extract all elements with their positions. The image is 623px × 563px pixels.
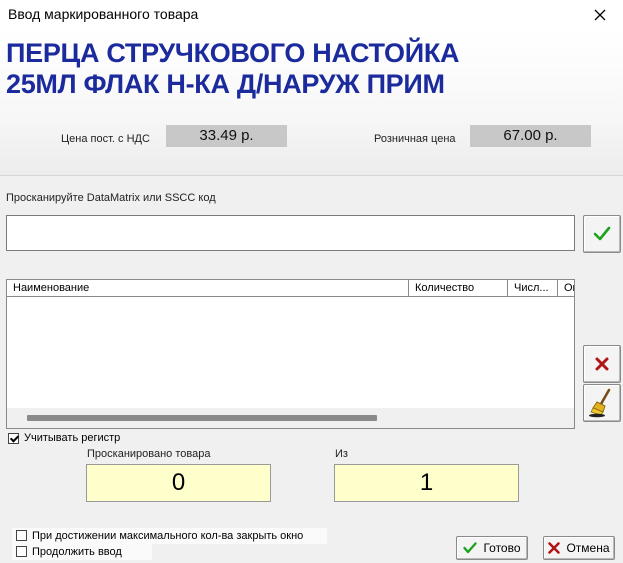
- supplier-price-value: 33.49 р.: [166, 125, 287, 147]
- scan-code-label: Просканируйте DataMatrix или SSCC код: [6, 192, 216, 204]
- close-button[interactable]: [577, 0, 623, 30]
- product-name-line2: 25МЛ ФЛАК Н-КА Д/НАРУЖ ПРИМ: [6, 69, 445, 99]
- product-header: ПЕРЦА СТРУЧКОВОГО НАСТОЙКА 25МЛ ФЛАК Н-К…: [0, 30, 623, 176]
- delete-item-button[interactable]: [583, 345, 621, 383]
- scanned-items-table[interactable]: Наименование Количество Числ... Ог: [6, 279, 575, 429]
- table-horizontal-scrollbar[interactable]: [7, 408, 574, 428]
- clear-list-button[interactable]: [583, 384, 621, 422]
- confirm-code-button[interactable]: [583, 215, 621, 253]
- scanned-count-value: 0: [86, 464, 271, 502]
- case-sensitive-checkbox[interactable]: [8, 433, 19, 444]
- scanned-count-label: Просканировано товара: [87, 448, 211, 460]
- checkmark-icon: [593, 226, 611, 241]
- close-on-max-checkbox[interactable]: [16, 530, 27, 541]
- broom-icon: [589, 388, 611, 418]
- product-name: ПЕРЦА СТРУЧКОВОГО НАСТОЙКА 25МЛ ФЛАК Н-К…: [6, 38, 616, 100]
- ok-button-label: Готово: [483, 541, 521, 555]
- column-header-number[interactable]: Числ...: [508, 280, 558, 297]
- cancel-x-icon: [548, 542, 561, 554]
- scrollbar-thumb[interactable]: [27, 415, 377, 421]
- retail-price-label: Розничная цена: [374, 133, 456, 145]
- column-header-name[interactable]: Наименование: [7, 280, 409, 297]
- close-on-max-label: При достижении максимального кол-ва закр…: [32, 530, 304, 542]
- ok-button[interactable]: Готово: [456, 536, 528, 560]
- continue-input-checkbox[interactable]: [16, 546, 27, 557]
- cancel-button[interactable]: Отмена: [543, 536, 615, 560]
- continue-input-label: Продолжить ввод: [32, 546, 122, 558]
- total-count-value: 1: [334, 464, 519, 502]
- close-icon: [594, 9, 606, 21]
- checkmark-icon: [463, 542, 478, 554]
- delete-x-icon: [595, 357, 609, 371]
- supplier-price-label: Цена пост. с НДС: [61, 133, 150, 145]
- retail-price-value: 67.00 р.: [470, 125, 591, 147]
- scan-code-input[interactable]: [6, 215, 575, 251]
- table-header: Наименование Количество Числ... Ог: [7, 280, 574, 297]
- column-header-quantity[interactable]: Количество: [409, 280, 508, 297]
- product-name-line1: ПЕРЦА СТРУЧКОВОГО НАСТОЙКА: [6, 38, 460, 68]
- column-header-extra[interactable]: Ог: [558, 280, 574, 297]
- case-sensitive-label: Учитывать регистр: [24, 432, 121, 444]
- window-title: Ввод маркированного товара: [8, 6, 199, 22]
- total-count-label: Из: [335, 448, 348, 460]
- window-titlebar: Ввод маркированного товара: [0, 0, 623, 30]
- cancel-button-label: Отмена: [566, 541, 610, 555]
